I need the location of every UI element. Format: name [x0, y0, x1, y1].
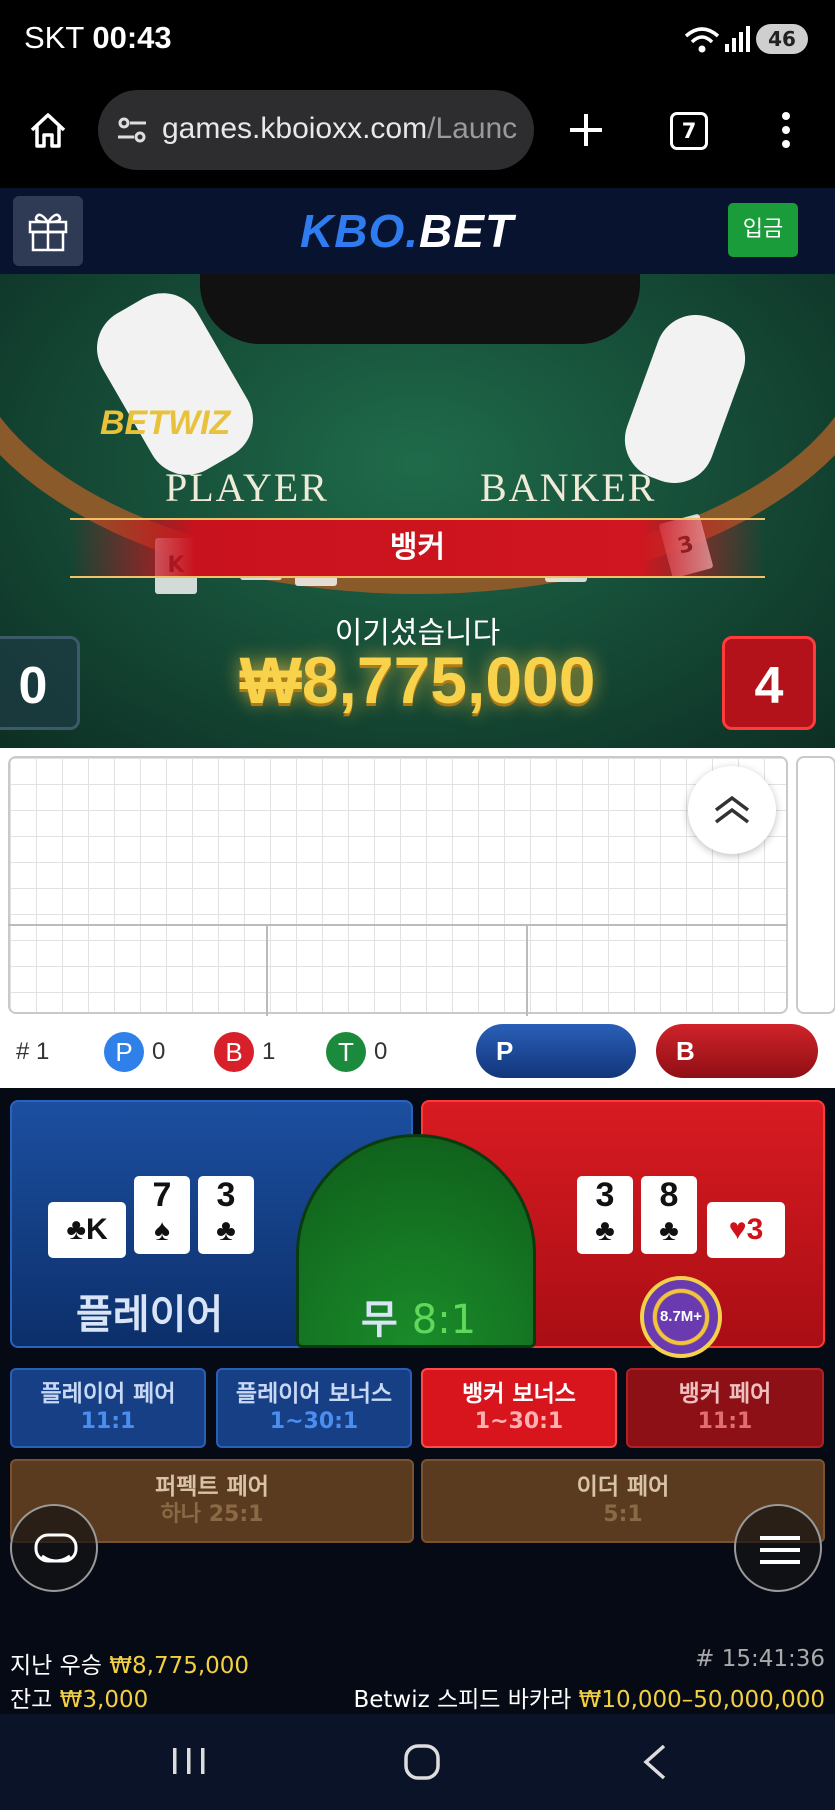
hamburger-icon [760, 1536, 800, 1564]
player-table-label: PLAYER [165, 465, 329, 510]
recent-apps-icon[interactable] [170, 1744, 208, 1778]
win-amount: ₩8,775,000 [239, 643, 596, 717]
player-count-badge: P [104, 1032, 144, 1072]
gift-icon [28, 213, 68, 252]
banker-card: 8 ♣ [641, 1176, 697, 1254]
new-tab-icon[interactable] [568, 112, 604, 148]
banker-bonus-bet[interactable]: 뱅커 보너스 1~30:1 [421, 1368, 617, 1448]
player-card: 7 ♠ [134, 1176, 190, 1254]
more-menu-icon[interactable] [776, 110, 796, 150]
banker-card: 3 ♣ [577, 1176, 633, 1254]
table-brand: BETWIZ [100, 404, 231, 442]
player-bonus-bet[interactable]: 플레이어 보너스 1~30:1 [216, 1368, 412, 1448]
wifi-icon [684, 27, 720, 53]
player-bet-label: 플레이어 [76, 1292, 224, 1338]
site-logo[interactable]: KBO.BET [300, 204, 514, 258]
banker-score: 4 [722, 636, 816, 730]
tie-count-badge: T [326, 1032, 366, 1072]
signal-icon [725, 26, 750, 52]
chat-icon [34, 1533, 78, 1563]
round-time: # 15:41:36 [695, 1646, 825, 1672]
status-time: SKT 00:43 [24, 20, 172, 56]
clock-label: 00:43 [92, 20, 172, 55]
banker-card: ♥3 [707, 1202, 785, 1258]
roadmap-stats: # 1 P 0 B 1 T 0 P B [0, 1022, 835, 1080]
game-limits: Betwiz 스피드 바카라 ₩10,000–50,000,000 [353, 1687, 825, 1713]
status-bar: SKT 00:43 46 [0, 0, 835, 80]
chevron-double-up-icon [714, 795, 750, 824]
carrier-label: SKT [24, 20, 84, 55]
system-navigation-bar [0, 1714, 835, 1810]
tab-switcher-button[interactable]: 7 [670, 112, 708, 150]
back-icon[interactable] [640, 1742, 670, 1782]
banker-count: 1 [262, 1038, 276, 1065]
expand-roadmap-button[interactable] [688, 766, 776, 854]
gift-button[interactable] [13, 196, 83, 266]
bet-chip: 8.7M+ [640, 1276, 722, 1358]
url-text: games.kboioxx.com/Launc [162, 112, 518, 145]
tie-bet-label: 무 8:1 [361, 1297, 477, 1343]
address-bar[interactable]: games.kboioxx.com/Launc [98, 90, 534, 170]
battery-icon: 46 [756, 24, 808, 54]
derived-road-grid [8, 924, 788, 1016]
game-info-footer: 지난 우승 ₩8,775,000 잔고 ₩3,000 # 15:41:36 Be… [0, 1640, 835, 1714]
tie-count: 0 [374, 1038, 388, 1065]
battery-level: 46 [768, 27, 796, 51]
player-score: 0 [0, 636, 80, 730]
home-icon[interactable] [28, 110, 68, 150]
browser-toolbar: games.kboioxx.com/Launc 7 [0, 80, 835, 188]
predict-player-button[interactable]: P [476, 1024, 636, 1078]
live-video-stream: BETWIZ PLAYER BANKER K 7 3 8 3 뱅커 이기셨습니다… [0, 274, 835, 748]
road-divider [526, 926, 528, 1016]
road-divider [266, 926, 268, 1016]
last-win: 지난 우승 ₩8,775,000 [10, 1653, 250, 1679]
logo-part-a: KBO. [300, 205, 419, 257]
betting-area: ♣K 7 ♠ 3 ♣ 플레이어 3 ♣ 8 ♣ ♥3 무 8:1 8.7M+ 플레이어 … [0, 1088, 835, 1718]
site-settings-icon[interactable] [116, 114, 148, 146]
banker-table-label: BANKER [480, 465, 657, 510]
player-card: ♣K [48, 1202, 126, 1258]
predict-banker-button[interactable]: B [656, 1024, 818, 1078]
round-number: # 1 [16, 1038, 50, 1065]
menu-button[interactable] [734, 1504, 822, 1592]
player-count: 0 [152, 1038, 166, 1065]
balance: 잔고 ₩3,000 [10, 1687, 149, 1713]
app-header: KBO.BET 입금 [0, 188, 835, 274]
banker-pair-bet[interactable]: 뱅커 페어 11:1 [626, 1368, 824, 1448]
banker-count-badge: B [214, 1032, 254, 1072]
deposit-button[interactable]: 입금 [728, 203, 798, 257]
roadmap-panel: # 1 P 0 B 1 T 0 P B [0, 748, 835, 1088]
dealer-torso [200, 274, 640, 344]
tab-count: 7 [681, 119, 697, 143]
side-road-grid [796, 756, 835, 1014]
home-nav-icon[interactable] [402, 1742, 442, 1782]
result-banner: 뱅커 [70, 518, 765, 578]
player-pair-bet[interactable]: 플레이어 페어 11:1 [10, 1368, 206, 1448]
logo-part-b: BET [419, 205, 514, 257]
player-card: 3 ♣ [198, 1176, 254, 1254]
chat-button[interactable] [10, 1504, 98, 1592]
